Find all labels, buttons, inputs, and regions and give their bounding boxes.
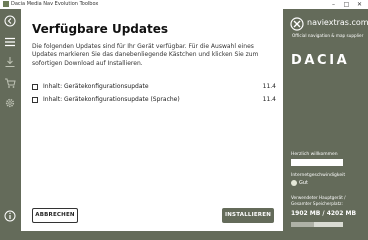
window-title: Dacia Media Nav Evolution Toolbox — [11, 1, 99, 7]
storage-label: Verwendeter Hauptgerät / Gesamter Speich… — [291, 195, 346, 206]
back-icon[interactable] — [4, 15, 16, 27]
update-checkbox[interactable] — [32, 84, 38, 90]
welcome-label: Herzlich willkommen — [291, 152, 338, 157]
updates-panel: Verfügbare Updates Die folgenden Updates… — [21, 9, 283, 231]
storage-value: 1902 MB / 4202 MB — [291, 210, 357, 217]
update-version: 11.4 — [262, 83, 276, 90]
cart-icon[interactable] — [4, 77, 16, 89]
maximize-button[interactable]: □ — [340, 0, 353, 9]
speed-status-icon — [291, 180, 297, 186]
update-label: Inhalt: Gerätekonfigurationsupdate — [43, 83, 149, 90]
page-title: Verfügbare Updates — [32, 22, 169, 36]
brand-name: naviextras.com — [307, 18, 368, 27]
update-version: 11.4 — [262, 96, 276, 103]
menu-icon[interactable] — [4, 36, 16, 48]
page-description: Die folgenden Updates sind für Ihr Gerät… — [32, 43, 259, 67]
cancel-button[interactable]: ABBRECHEN — [32, 208, 78, 223]
download-icon[interactable] — [4, 56, 16, 68]
right-sidebar: naviextras.com Official navigation & map… — [285, 9, 368, 240]
naviextras-logo-icon — [290, 17, 304, 31]
install-button[interactable]: INSTALLIEREN — [222, 208, 274, 223]
update-row[interactable]: Inhalt: Gerätekonfigurationsupdate (Spra… — [32, 96, 276, 106]
car-brand-logo: DACIA — [291, 53, 350, 68]
left-rail — [0, 9, 20, 240]
brand-tagline: Official navigation & map supplier — [292, 33, 364, 38]
update-label: Inhalt: Gerätekonfigurationsupdate (Spra… — [43, 96, 180, 103]
user-name-field — [291, 159, 343, 166]
speed-label: Internetgeschwindigkeit — [291, 173, 346, 178]
settings-icon[interactable] — [4, 97, 16, 109]
info-icon[interactable] — [4, 210, 16, 222]
minimize-button[interactable]: – — [327, 0, 340, 9]
app-icon — [3, 1, 9, 7]
speed-value: Gut — [299, 180, 309, 186]
title-bar: Dacia Media Nav Evolution Toolbox – □ ✕ — [0, 0, 368, 9]
window-controls: – □ ✕ — [327, 0, 366, 9]
storage-progress-bar — [291, 222, 343, 227]
storage-progress-fill — [291, 222, 315, 227]
close-button[interactable]: ✕ — [353, 0, 366, 9]
update-checkbox[interactable] — [32, 97, 38, 103]
update-row[interactable]: Inhalt: Gerätekonfigurationsupdate 11.4 — [32, 83, 276, 93]
